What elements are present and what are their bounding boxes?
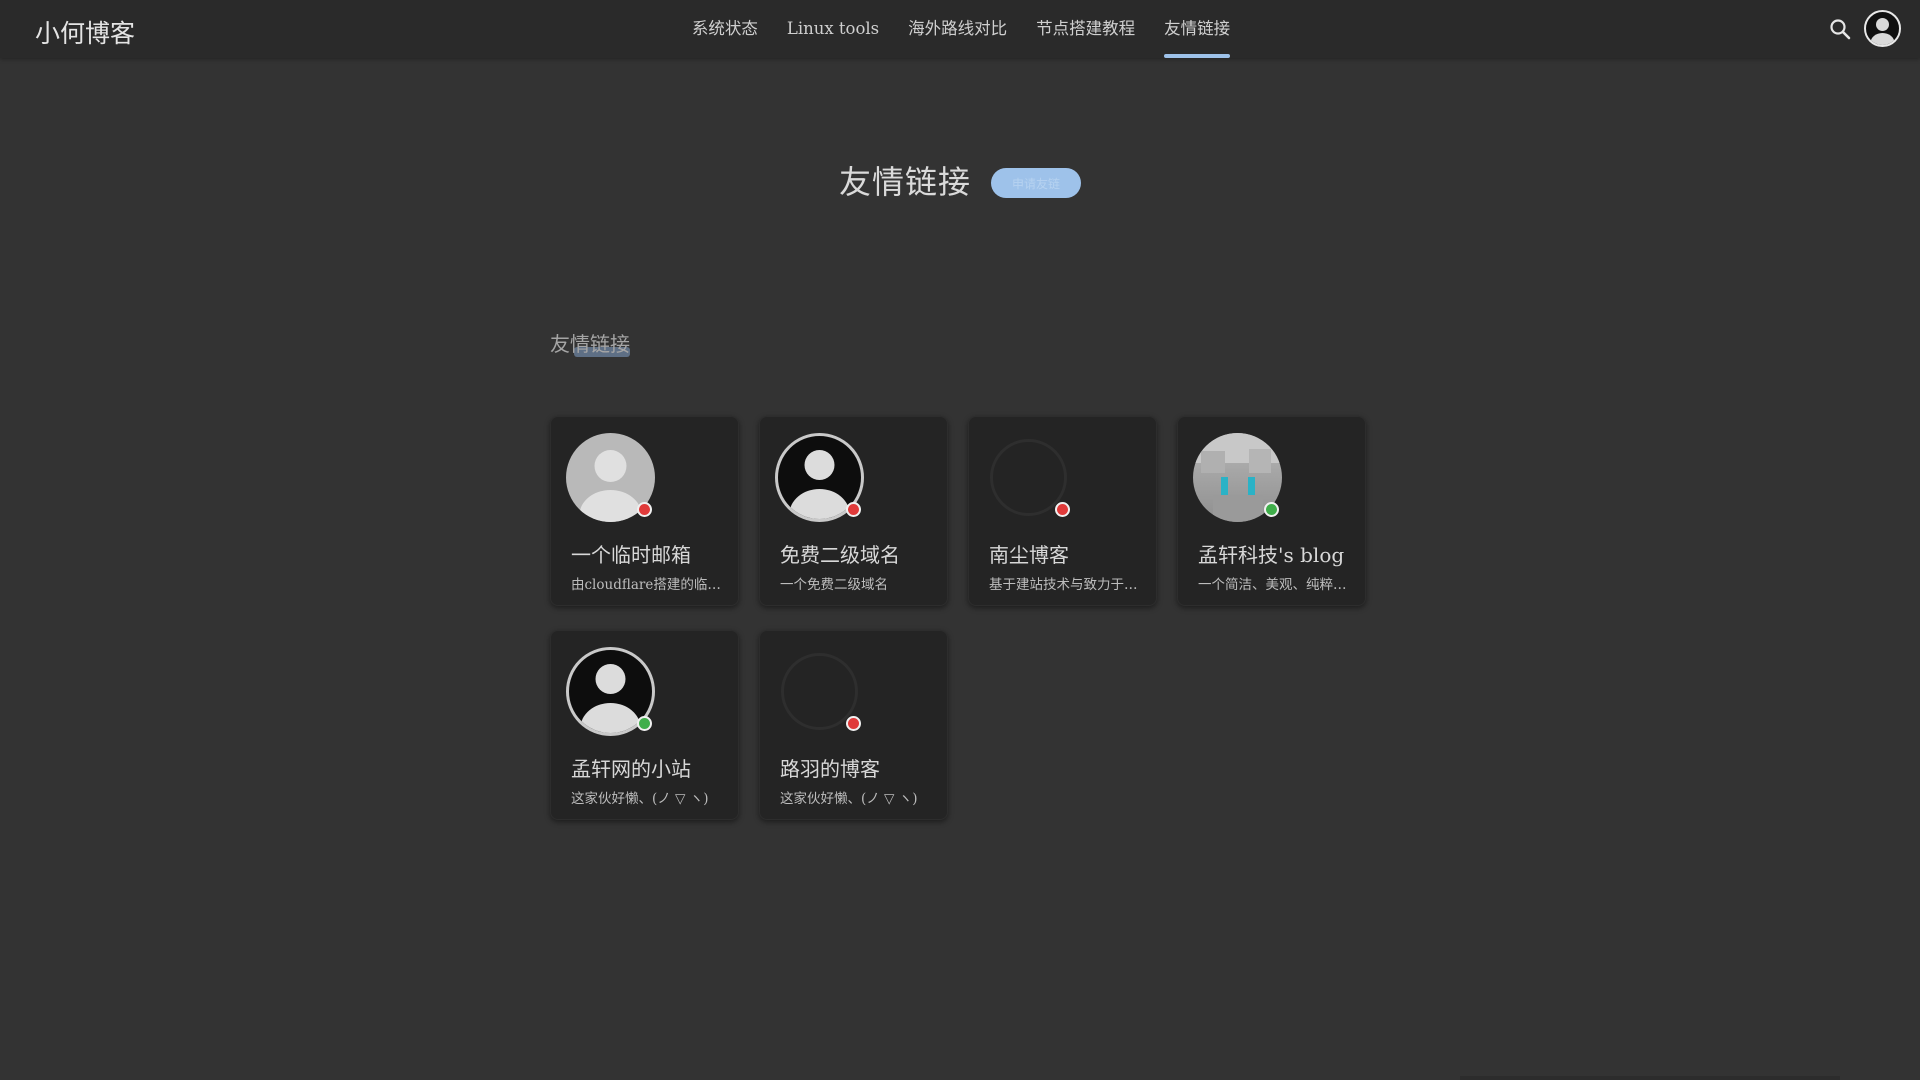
- online-status-dot: [637, 716, 652, 731]
- offline-status-dot: [846, 716, 861, 731]
- offline-status-dot: [637, 502, 652, 517]
- nav-item-route-compare[interactable]: 海外路线对比: [908, 0, 1007, 58]
- link-card[interactable]: 南尘博客 基于建站技术与致力于分享: [968, 416, 1157, 606]
- link-card[interactable]: 路羽的博客 这家伙好懒、(ノ ▽ ヽ): [759, 630, 948, 820]
- nav-item-system-status[interactable]: 系统状态: [692, 0, 758, 58]
- link-card[interactable]: 一个临时邮箱 由cloudflare搭建的临时邮箱: [550, 416, 739, 606]
- bottom-scroll-indicator: [1460, 1076, 1840, 1080]
- nav-item-node-tutorial[interactable]: 节点搭建教程: [1036, 0, 1135, 58]
- link-card[interactable]: 孟轩网的小站 这家伙好懒、(ノ ▽ ヽ): [550, 630, 739, 820]
- link-card-desc: 这家伙好懒、(ノ ▽ ヽ): [571, 791, 709, 807]
- link-card-desc: 基于建站技术与致力于分享: [989, 577, 1139, 593]
- link-card-name: 一个临时邮箱: [571, 543, 691, 567]
- link-card-name: 孟轩科技's blog: [1198, 543, 1345, 567]
- link-card-desc: 一个免费二级域名: [780, 577, 888, 593]
- nav-item-linux-tools[interactable]: Linux tools: [787, 0, 879, 58]
- search-icon[interactable]: [1828, 17, 1852, 41]
- page-hero: 友情链接 申请友链: [0, 155, 1920, 205]
- friend-links-grid: 一个临时邮箱 由cloudflare搭建的临时邮箱 免费二级域名 一个免费二级域…: [550, 416, 1366, 820]
- link-card-desc: 一个简洁、美观、纯粹的博客: [1198, 577, 1348, 593]
- link-card-name: 路羽的博客: [780, 757, 880, 781]
- main-nav: 系统状态 Linux tools 海外路线对比 节点搭建教程 友情链接: [0, 0, 1920, 58]
- link-card-name: 免费二级域名: [780, 543, 900, 567]
- link-card-desc: 这家伙好懒、(ノ ▽ ヽ): [780, 791, 918, 807]
- nav-item-friend-links[interactable]: 友情链接: [1164, 0, 1231, 58]
- link-card-desc: 由cloudflare搭建的临时邮箱: [571, 577, 721, 593]
- page-title: 友情链接: [838, 163, 971, 201]
- link-card-name: 南尘博客: [989, 543, 1069, 567]
- link-card-name: 孟轩网的小站: [571, 757, 691, 781]
- section-heading: 友情链接: [550, 332, 630, 356]
- link-card[interactable]: 免费二级域名 一个免费二级域名: [759, 416, 948, 606]
- user-avatar-icon[interactable]: [1864, 10, 1901, 47]
- offline-status-dot: [846, 502, 861, 517]
- apply-link-badge[interactable]: 申请友链: [991, 168, 1081, 198]
- top-header: 小何博客 系统状态 Linux tools 海外路线对比 节点搭建教程 友情链接: [0, 0, 1920, 58]
- online-status-dot: [1264, 502, 1279, 517]
- offline-status-dot: [1055, 502, 1070, 517]
- link-card[interactable]: 孟轩科技's blog 一个简洁、美观、纯粹的博客: [1177, 416, 1366, 606]
